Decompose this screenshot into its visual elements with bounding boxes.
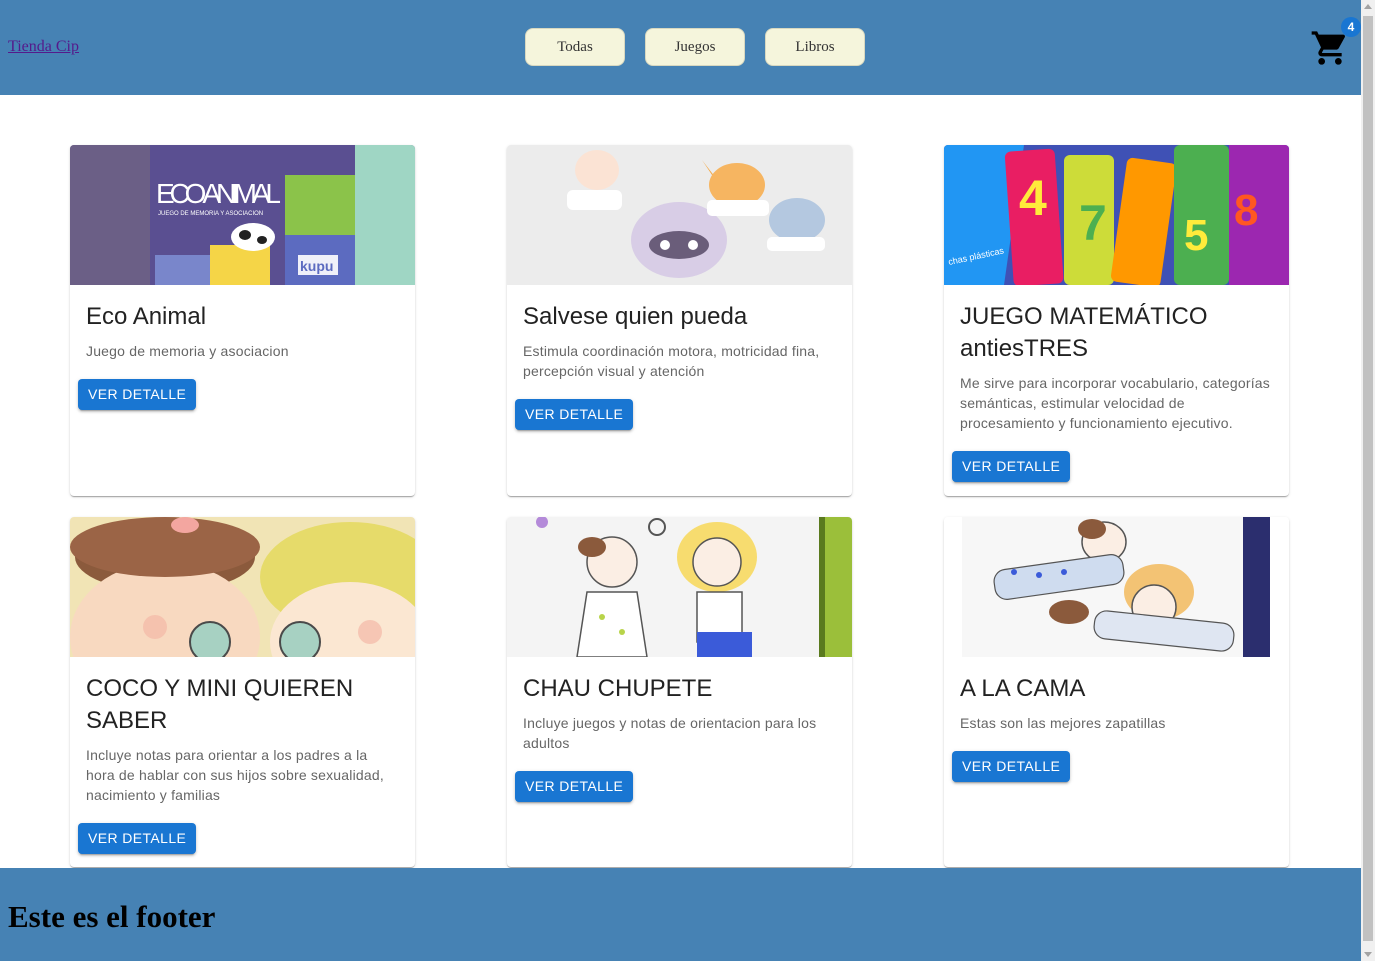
view-detail-button[interactable]: VER DETALLE <box>515 399 634 430</box>
view-detail-button[interactable]: VER DETALLE <box>78 823 197 854</box>
footer: Este es el footer <box>0 868 1361 961</box>
product-card-chau-chupete: CHAU CHUPETE Incluye juegos y notas de o… <box>507 517 852 867</box>
product-image <box>507 145 852 285</box>
product-description: Incluye juegos y notas de orientacion pa… <box>523 715 817 751</box>
product-description: Estimula coordinación motora, motricidad… <box>523 343 820 379</box>
product-title: CHAU CHUPETE <box>523 675 713 702</box>
product-title: JUEGO MATEMÁTICO antiesTRES <box>960 303 1208 362</box>
product-card-eco-animal: ECO ANIMAL JUEGO DE MEMORIA Y ASOCIACION… <box>70 145 415 496</box>
product-image: 4 7 5 8 chas plásticas <box>944 145 1289 285</box>
header-bar: Tienda Cip Todas Juegos Libros 4 <box>0 0 1361 95</box>
footer-text: Este es el footer <box>8 899 216 934</box>
svg-text:8: 8 <box>1234 186 1258 235</box>
nav-button-juegos[interactable]: Juegos <box>645 28 745 66</box>
product-title: Salvese quien pueda <box>523 303 748 330</box>
product-description: Estas son las mejores zapatillas <box>960 715 1166 731</box>
view-detail-button[interactable]: VER DETALLE <box>78 379 197 410</box>
svg-text:5: 5 <box>1184 211 1208 260</box>
svg-text:kupu: kupu <box>300 258 333 274</box>
product-image <box>70 517 415 657</box>
product-image: ECO ANIMAL JUEGO DE MEMORIA Y ASOCIACION… <box>70 145 415 285</box>
product-image <box>944 517 1289 657</box>
product-description: Me sirve para incorporar vocabulario, ca… <box>960 375 1270 431</box>
product-title: Eco Animal <box>86 303 207 330</box>
nav-button-todas[interactable]: Todas <box>525 28 625 66</box>
nav-button-libros[interactable]: Libros <box>765 28 865 66</box>
product-card-juego-matematico: 4 7 5 8 chas plásticas JUEGO MATEMÁTICO … <box>944 145 1289 496</box>
view-detail-button[interactable]: VER DETALLE <box>952 751 1071 782</box>
view-detail-button[interactable]: VER DETALLE <box>952 451 1071 482</box>
product-title: COCO Y MINI QUIEREN SABER <box>86 675 354 734</box>
scrollbar-thumb[interactable] <box>1363 16 1373 941</box>
scroll-up-arrow-icon[interactable] <box>1364 4 1372 9</box>
brand-link[interactable]: Tienda Cip <box>8 38 79 56</box>
svg-text:JUEGO DE MEMORIA Y ASOCIACION: JUEGO DE MEMORIA Y ASOCIACION <box>158 211 263 217</box>
product-title: A LA CAMA <box>960 675 1086 702</box>
view-detail-button[interactable]: VER DETALLE <box>515 771 634 802</box>
cart-count-badge: 4 <box>1341 17 1361 37</box>
svg-text:7: 7 <box>1079 195 1107 251</box>
product-card-a-la-cama: A LA CAMA Estas son las mejores zapatill… <box>944 517 1289 867</box>
product-card-coco-y-mini: COCO Y MINI QUIEREN SABER Incluye notas … <box>70 517 415 867</box>
scroll-down-arrow-icon[interactable] <box>1364 952 1372 957</box>
product-image <box>507 517 852 657</box>
product-card-salvese-quien-pueda: Salvese quien pueda Estimula coordinació… <box>507 145 852 496</box>
product-description: Juego de memoria y asociacion <box>86 343 289 359</box>
vertical-scrollbar[interactable] <box>1361 0 1375 961</box>
svg-text:ECO ANIMAL: ECO ANIMAL <box>156 178 281 209</box>
product-description: Incluye notas para orientar a los padres… <box>86 747 384 803</box>
svg-text:4: 4 <box>1019 170 1047 226</box>
